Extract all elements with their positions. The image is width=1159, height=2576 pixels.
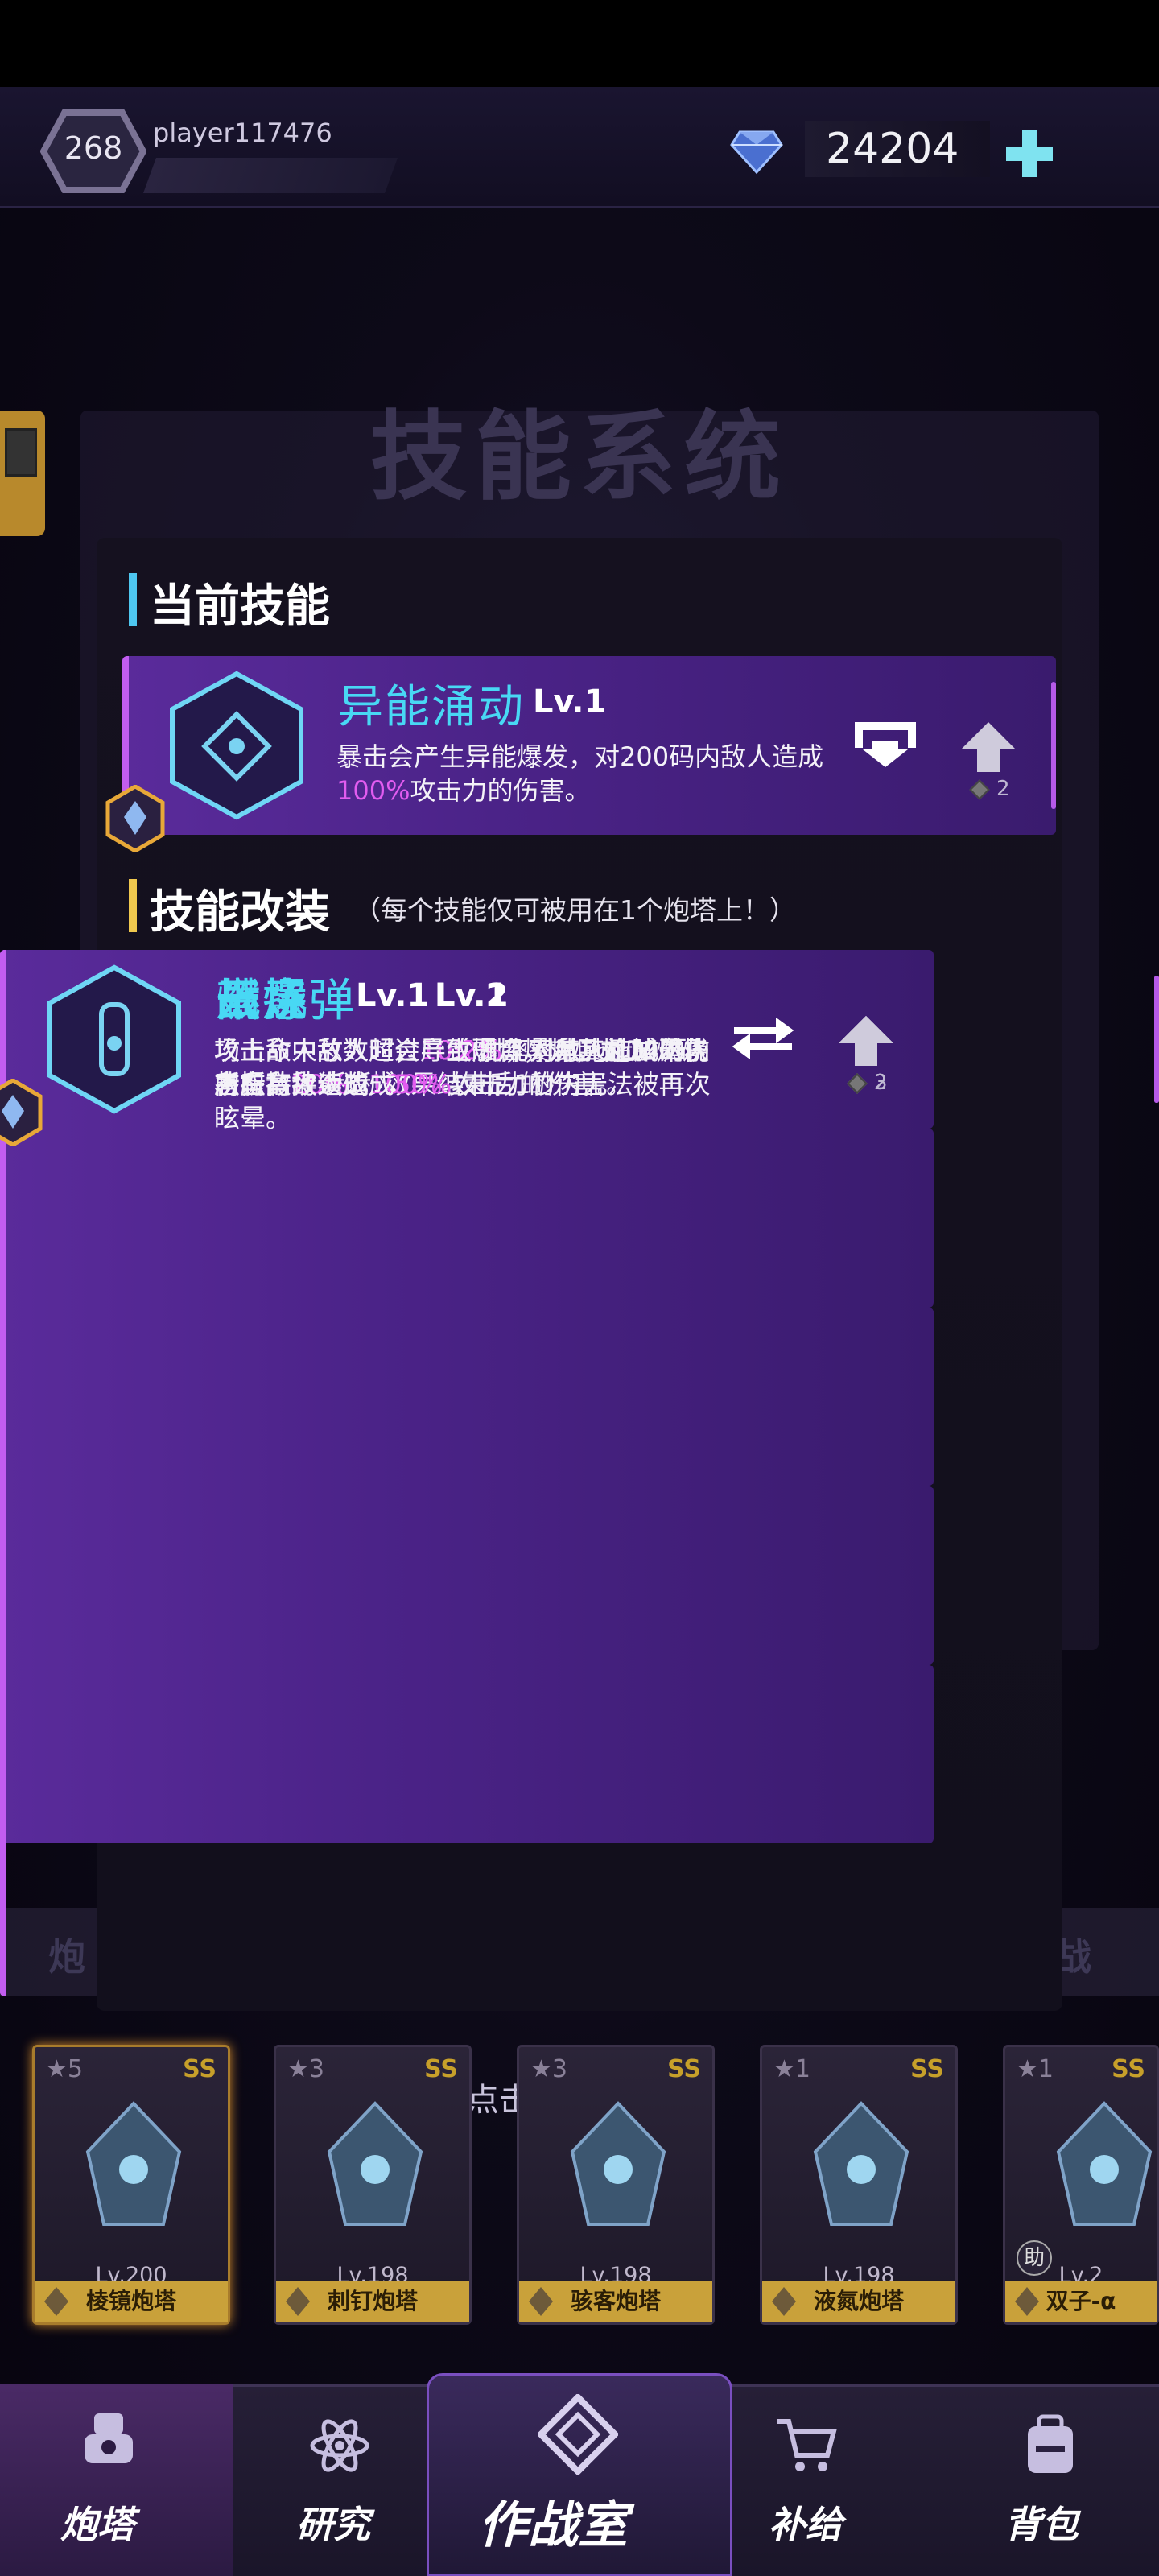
skill-name: 异能涌动: [338, 681, 525, 733]
tower-grade: SS: [424, 2055, 458, 2083]
assist-tag: 助: [1017, 2240, 1052, 2276]
tower-name: 棱镜炮塔: [35, 2281, 228, 2322]
name-plate: [142, 158, 398, 193]
skill-description: 暴击会产生异能爆发，对200码内敌人造成100%攻击力的伤害。: [336, 741, 824, 806]
skill-type-badge-icon: [0, 1078, 43, 1147]
tower-card[interactable]: ★3 SS Lv.198 刺钉炮塔: [274, 2045, 472, 2325]
background-title: 技能系统: [370, 402, 789, 514]
section-marker: [129, 879, 137, 932]
atom-icon: [307, 2413, 372, 2481]
side-device-tab[interactable]: [0, 411, 45, 536]
tower-stars: ★5: [46, 2055, 83, 2083]
tower-image: [1037, 2095, 1159, 2240]
skill-mod-card[interactable]: 云爆弹 Lv.1 攻击命中敌人时会导致融合爆炸，对140码内所有敌人造成50%攻击力…: [0, 964, 934, 1843]
tower-grade: SS: [183, 2055, 217, 2083]
war-room-diamond-icon: [536, 2392, 620, 2478]
tower-card[interactable]: ★5 SS Lv.200 棱镜炮塔: [32, 2045, 230, 2325]
tower-card[interactable]: ★1 SS Lv.198 液氮炮塔: [760, 2045, 958, 2325]
upgrade-cost: 2: [969, 777, 1010, 801]
upgrade-cost: 2: [847, 1071, 888, 1095]
tower-name: 刺钉炮塔: [276, 2281, 469, 2322]
tower-image: [308, 2095, 442, 2240]
tower-image: [794, 2095, 928, 2240]
current-skill-heading: 当前技能: [150, 580, 330, 633]
swap-arrows-icon[interactable]: [731, 1013, 795, 1063]
tower-name: 双子-α: [1005, 2281, 1157, 2322]
skill-mod-card[interactable]: 燃烧弹 Lv.2 攻击命中敌人时，10.2%几率对其施加燃烧状态，持续3秒。 3: [0, 964, 934, 1486]
skill-list[interactable]: 干扰弹 Lv.1 攻击命中敌人时，10%几率对其施加眩晕状态，持续3秒，效果结束后1…: [0, 950, 1159, 1996]
skill-mod-card[interactable]: 高爆弹 Lv.1 攻击命中敌人时会产生爆炸，对目标70码内所有敌人造成100%攻击力…: [0, 964, 934, 1665]
add-gems-button[interactable]: [1001, 126, 1058, 182]
nav-tab-research[interactable]: 研究: [296, 2496, 370, 2549]
skill-type-badge-icon: [105, 784, 166, 853]
tower-card[interactable]: ★3 SS Lv.198 骇客炮塔: [517, 2045, 715, 2325]
skill-mod-note: （每个技能仅可被用在1个炮塔上！）: [354, 894, 796, 926]
current-skill-card[interactable]: 异能涌动 Lv.1 暴击会产生异能爆发，对200码内敌人造成100%攻击力的伤害…: [105, 656, 1056, 853]
unequip-button[interactable]: [853, 719, 918, 769]
skill-hex-icon: [164, 669, 309, 822]
tower-card[interactable]: ★1 SS Lv.2 双子-α 助: [1003, 2045, 1159, 2325]
nav-tab-supply[interactable]: 补给: [769, 2496, 843, 2549]
nav-tab-backpack[interactable]: 背包: [1004, 2496, 1079, 2549]
upgrade-arrow-icon[interactable]: [959, 720, 1017, 774]
tower-grade: SS: [910, 2055, 944, 2083]
tower-stars: ★1: [1017, 2055, 1054, 2083]
skill-mod-card[interactable]: 战意 Lv.1 场上敌人总数超过10个时，对敌人造成的伤害提高20%。 2: [0, 964, 934, 1307]
section-marker: [129, 573, 137, 626]
skill-name: 云爆弹: [216, 975, 356, 1027]
skill-level: Lv.1: [533, 683, 607, 720]
nav-tab-turret[interactable]: 炮塔: [60, 2496, 134, 2549]
cart-icon: [774, 2413, 839, 2481]
tower-image: [67, 2095, 200, 2240]
tower-image: [551, 2095, 685, 2240]
skill-level: Lv.1: [435, 977, 509, 1014]
turret-icon: [76, 2407, 141, 2475]
skill-description: 攻击命中敌人时会导致融合爆炸，对140码内所有敌人造成50%攻击力的伤害。: [214, 1035, 702, 1100]
tower-name: 液氮炮塔: [762, 2281, 955, 2322]
skill-mod-heading: 技能改装: [150, 886, 330, 939]
tower-name: 骇客炮塔: [519, 2281, 712, 2322]
backpack-icon: [1018, 2413, 1083, 2481]
diamond-icon: [728, 121, 785, 177]
nav-tab-war-room[interactable]: 作战室: [478, 2484, 628, 2557]
tower-stars: ★3: [530, 2055, 567, 2083]
tower-stars: ★1: [773, 2055, 810, 2083]
tower-stars: ★3: [287, 2055, 324, 2083]
gem-count: 24204: [805, 121, 990, 177]
skill-level: Lv.1: [356, 977, 430, 1014]
upgrade-arrow-icon[interactable]: [837, 1014, 895, 1067]
tower-grade: SS: [667, 2055, 701, 2083]
tower-grade: SS: [1112, 2055, 1145, 2083]
screen: { "header": { "level": "268", "player_na…: [0, 0, 1159, 2576]
skill-hex-icon: [42, 963, 187, 1116]
player-name[interactable]: player117476: [153, 118, 332, 148]
status-bar: [0, 0, 1159, 87]
player-level: 268: [64, 130, 123, 166]
